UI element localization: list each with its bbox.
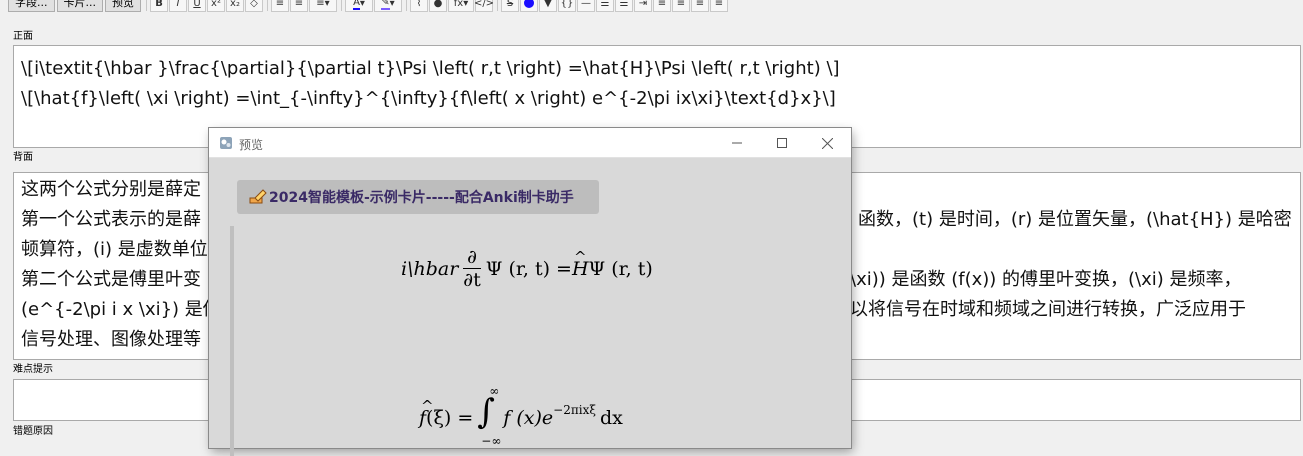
back-line-5-right: 以将信号在时域和频域之间进行转换，广泛应用于 bbox=[850, 299, 1246, 320]
maximize-icon[interactable] bbox=[772, 133, 792, 153]
superscript-icon[interactable]: x² bbox=[207, 0, 225, 12]
error-field-label: 错题原因 bbox=[13, 426, 53, 437]
formula-1-H: H bbox=[572, 248, 589, 280]
formula-2-dx: dx bbox=[599, 407, 623, 429]
back-field-label: 背面 bbox=[13, 152, 33, 163]
back-line-4-left: 第二个公式是傅里叶变 bbox=[21, 269, 201, 290]
blue-dot-icon[interactable] bbox=[520, 0, 538, 12]
preview-button[interactable]: 预览 bbox=[105, 0, 141, 12]
toolbar-separator bbox=[406, 0, 407, 11]
formula-1-rest2: Ψ (r, t) bbox=[588, 257, 653, 280]
preview-title: 预览 bbox=[239, 138, 264, 152]
minimize-icon[interactable] bbox=[727, 133, 747, 153]
attach-icon[interactable]: ⌇ bbox=[410, 0, 428, 12]
justify-icon[interactable]: ≡ bbox=[710, 0, 728, 12]
app-icon bbox=[220, 137, 232, 149]
content-left-bar bbox=[230, 226, 234, 456]
back-line-1-left: 这两个公式分别是薛定 bbox=[21, 179, 201, 200]
front-line-2: \[\hat{f}\left( \xi \right) =\int_{-\inf… bbox=[21, 88, 836, 109]
triangle-icon[interactable]: ▼ bbox=[539, 0, 557, 12]
numbered-list-icon[interactable]: ≡ bbox=[290, 0, 308, 12]
formula-2-integral: ∫ ∞ −∞ bbox=[477, 384, 502, 448]
back-line-4-right: \xi)) 是函数 (f(x)) 的傅里叶变换，(\xi) 是频率， bbox=[850, 269, 1242, 290]
record-audio-icon[interactable]: ● bbox=[429, 0, 447, 12]
bulleted-list-icon[interactable]: ≡ bbox=[271, 0, 289, 12]
toolbar-separator bbox=[146, 0, 147, 11]
back-line-3-left: 顿算符，(i) 是虚数单位 bbox=[21, 239, 208, 260]
highlight-color-icon[interactable]: ✎ ▾ bbox=[374, 0, 402, 12]
indent-icon[interactable]: ⇥ bbox=[634, 0, 652, 12]
formula-2-lower: −∞ bbox=[481, 434, 502, 448]
preview-content: 2024智能模板-示例卡片-----配合Anki制卡助手 i \hbar ∂ ∂… bbox=[209, 158, 851, 456]
formula-2-exponent: −2πixξ bbox=[553, 403, 596, 417]
editor-toolbar: 字段... 卡片... 预览 B I U x² x₂ ◇ ≡ ≡ ≡▾ A ▾ ✎… bbox=[0, 0, 1303, 14]
formula-1-fraction: ∂ ∂t bbox=[463, 246, 481, 291]
subscript-icon[interactable]: x₂ bbox=[226, 0, 244, 12]
braces-icon[interactable]: {} bbox=[558, 0, 576, 12]
html-editor-icon[interactable]: </> bbox=[474, 0, 494, 12]
underline-icon[interactable]: U bbox=[188, 0, 206, 12]
formula-1-numerator: ∂ bbox=[467, 246, 477, 268]
strikethrough-icon[interactable]: S bbox=[501, 0, 519, 12]
toolbar-separator bbox=[267, 0, 268, 11]
front-line-1: \[i\textit{\hbar }\frac{\partial}{\parti… bbox=[21, 58, 840, 79]
back-line-2-left: 第一个公式表示的是薛 bbox=[21, 209, 201, 230]
toolbar-separator bbox=[341, 0, 342, 11]
close-icon[interactable] bbox=[817, 133, 837, 153]
formula-icon[interactable]: fx▾ bbox=[448, 0, 474, 12]
formula-2: f (ξ) = ∫ ∞ −∞ f (x)e −2πixξ dx bbox=[419, 384, 623, 448]
front-field-label: 正面 bbox=[13, 31, 33, 42]
formula-2-f: f bbox=[419, 397, 434, 429]
hint-field-label: 难点提示 bbox=[13, 364, 53, 375]
template-badge-text: 2024智能模板-示例卡片-----配合Anki制卡助手 bbox=[269, 190, 574, 206]
formula-1-rest: Ψ (r, t) = bbox=[485, 257, 572, 280]
align-left-icon[interactable]: ≡ bbox=[653, 0, 671, 12]
eraser-icon[interactable]: ◇ bbox=[245, 0, 263, 12]
cards-button[interactable]: 卡片... bbox=[56, 0, 103, 12]
formula-2-body: f (x)e bbox=[503, 407, 554, 429]
bold-icon[interactable]: B bbox=[150, 0, 168, 12]
toolbar-separator bbox=[497, 0, 498, 11]
list-a-icon[interactable]: ☰ bbox=[596, 0, 614, 12]
back-line-5-left: (e^{-2\pi i x \xi}) 是傅 bbox=[21, 299, 221, 320]
horizontal-rule-icon[interactable]: — bbox=[577, 0, 595, 12]
fields-button[interactable]: 字段... bbox=[8, 0, 55, 12]
align-dropdown-icon[interactable]: ≡▾ bbox=[309, 0, 337, 12]
formula-2-upper: ∞ bbox=[489, 384, 500, 398]
template-badge: 2024智能模板-示例卡片-----配合Anki制卡助手 bbox=[237, 180, 599, 214]
text-color-icon[interactable]: A ▾ bbox=[345, 0, 373, 12]
list-b-icon[interactable]: ☰ bbox=[615, 0, 633, 12]
preview-window: 预览 2024智能模板-示例卡片-----配合Anki制卡助手 i \hbar … bbox=[209, 128, 851, 456]
italic-icon[interactable]: I bbox=[169, 0, 187, 12]
formula-1: i \hbar ∂ ∂t Ψ (r, t) = H Ψ (r, t) bbox=[401, 246, 653, 291]
back-line-2-right: 函数，(t) 是时间，(r) 是位置矢量，(\hat{H}) 是哈密 bbox=[858, 209, 1292, 230]
pencil-icon bbox=[249, 189, 267, 204]
preview-titlebar[interactable]: 预览 bbox=[209, 128, 851, 158]
align-right-icon[interactable]: ≡ bbox=[691, 0, 709, 12]
align-center-icon[interactable]: ≡ bbox=[672, 0, 690, 12]
formula-1-denominator: ∂t bbox=[463, 269, 481, 291]
formula-1-hbar: \hbar bbox=[407, 257, 459, 280]
back-line-6-left: 信号处理、图像处理等 bbox=[21, 329, 201, 350]
